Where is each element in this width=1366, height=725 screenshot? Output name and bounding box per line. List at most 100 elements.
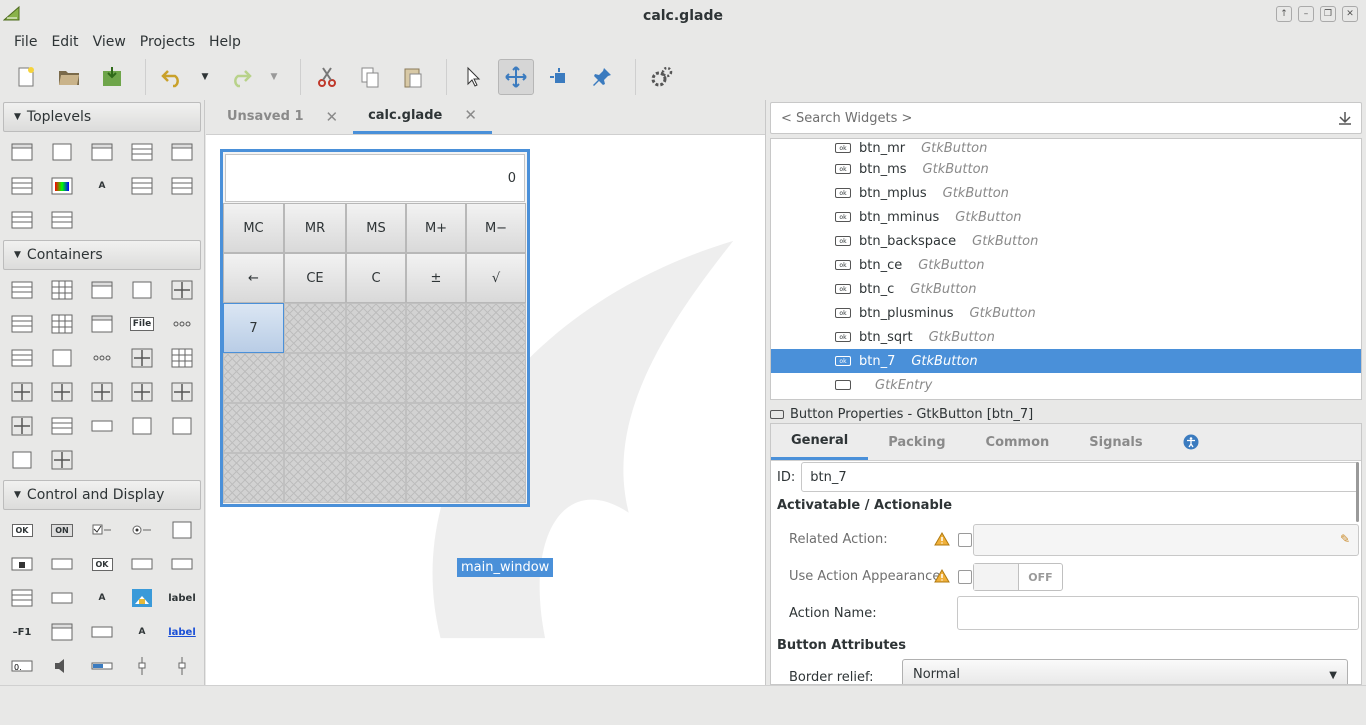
action-name-input[interactable] [957, 596, 1359, 630]
expand-down-icon[interactable] [1337, 110, 1353, 126]
inspector-row[interactable]: ok btn_mr GtkButton [771, 139, 1361, 157]
container-widget-icon-10[interactable] [2, 341, 42, 375]
control-widget-icon-21[interactable] [42, 649, 82, 683]
inspector-row[interactable]: ok btn_c GtkButton [771, 277, 1361, 301]
control-widget-icon-19[interactable]: label [162, 615, 202, 649]
use-action-appearance-switch[interactable]: OFF [973, 563, 1063, 591]
calc-btn-backspace[interactable]: ← [223, 253, 284, 303]
grid-placeholder[interactable] [466, 403, 526, 453]
calc-btn-mr[interactable]: MR [284, 203, 346, 253]
control-widget-icon-14[interactable]: label [162, 581, 202, 615]
container-widget-icon-15[interactable] [2, 375, 42, 409]
inspector-row[interactable]: ok btn_ce GtkButton [771, 253, 1361, 277]
calc-btn-ce[interactable]: CE [284, 253, 346, 303]
grid-placeholder[interactable] [284, 353, 346, 403]
calc-btn-ms[interactable]: MS [346, 203, 406, 253]
grid-placeholder[interactable] [466, 353, 526, 403]
container-widget-icon-6[interactable] [42, 307, 82, 341]
undo-button[interactable] [154, 59, 190, 95]
calc-btn-plusminus[interactable]: ± [406, 253, 466, 303]
palette-section-containers[interactable]: ▼ Containers [3, 240, 201, 270]
container-widget-icon-4[interactable] [162, 273, 202, 307]
container-widget-icon-11[interactable] [42, 341, 82, 375]
related-action-checkbox[interactable] [958, 533, 972, 547]
undo-dropdown[interactable]: ▼ [197, 59, 213, 95]
related-action-field[interactable]: ✎ [973, 524, 1359, 556]
control-widget-icon-7[interactable]: OK [82, 547, 122, 581]
new-project-button[interactable] [8, 59, 44, 95]
toplevel-widget-icon-2[interactable] [82, 135, 122, 169]
menu-help[interactable]: Help [203, 34, 247, 50]
toplevel-widget-icon-6[interactable] [42, 169, 82, 203]
calc-btn-mc[interactable]: MC [223, 203, 284, 253]
control-widget-icon-12[interactable]: A [82, 581, 122, 615]
tab-packing[interactable]: Packing [868, 424, 965, 460]
restore-button[interactable]: ❐ [1320, 6, 1336, 22]
grid-placeholder[interactable] [466, 453, 526, 503]
toplevel-widget-icon-7[interactable]: A [82, 169, 122, 203]
control-widget-icon-9[interactable] [162, 547, 202, 581]
grid-placeholder[interactable] [346, 353, 406, 403]
redo-button[interactable] [223, 59, 259, 95]
grid-placeholder[interactable] [346, 303, 406, 353]
container-widget-icon-19[interactable] [162, 375, 202, 409]
menu-edit[interactable]: Edit [45, 34, 84, 50]
control-widget-icon-8[interactable] [122, 547, 162, 581]
control-widget-icon-17[interactable] [82, 615, 122, 649]
control-widget-icon-1[interactable]: ON [42, 513, 82, 547]
copy-button[interactable] [352, 59, 388, 95]
toplevel-widget-icon-8[interactable] [122, 169, 162, 203]
control-widget-icon-15[interactable]: –F1 [2, 615, 42, 649]
scrollbar[interactable] [1356, 462, 1359, 522]
preferences-button[interactable] [644, 59, 680, 95]
container-widget-icon-1[interactable] [42, 273, 82, 307]
grid-placeholder[interactable] [406, 353, 466, 403]
control-widget-icon-11[interactable] [42, 581, 82, 615]
toplevel-widget-icon-11[interactable] [42, 203, 82, 237]
menu-projects[interactable]: Projects [134, 34, 201, 50]
control-widget-icon-16[interactable] [42, 615, 82, 649]
calc-main-window[interactable]: 0 MC MR MS M+ M− ← CE C ± √ 7 main_windo… [220, 149, 554, 577]
container-widget-icon-18[interactable] [122, 375, 162, 409]
alignment-edit-button[interactable] [584, 59, 620, 95]
grid-placeholder[interactable] [346, 403, 406, 453]
close-icon[interactable]: ✕ [326, 108, 339, 126]
grid-placeholder[interactable] [466, 303, 526, 353]
calc-display-entry[interactable]: 0 [225, 154, 525, 202]
container-widget-icon-16[interactable] [42, 375, 82, 409]
container-widget-icon-22[interactable] [82, 409, 122, 443]
control-widget-icon-2[interactable] [82, 513, 122, 547]
inspector-row[interactable]: ok btn_sqrt GtkButton [771, 325, 1361, 349]
close-icon[interactable]: ✕ [464, 106, 477, 124]
container-widget-icon-5[interactable] [2, 307, 42, 341]
id-field[interactable]: btn_7 [801, 462, 1360, 492]
inspector-row[interactable]: ok btn_mplus GtkButton [771, 181, 1361, 205]
grid-placeholder[interactable] [284, 303, 346, 353]
palette-section-toplevels[interactable]: ▼ Toplevels [3, 102, 201, 132]
tab-accessibility[interactable] [1163, 424, 1219, 460]
grid-placeholder[interactable] [223, 353, 284, 403]
container-widget-icon-20[interactable] [2, 409, 42, 443]
control-widget-icon-18[interactable]: A [122, 615, 162, 649]
palette-section-control-display[interactable]: ▼ Control and Display [3, 480, 201, 510]
container-widget-icon-25[interactable] [2, 443, 42, 477]
toplevel-widget-icon-3[interactable] [122, 135, 162, 169]
control-widget-icon-4[interactable] [162, 513, 202, 547]
container-widget-icon-7[interactable] [82, 307, 122, 341]
tab-unsaved-1[interactable]: Unsaved 1 ✕ [212, 100, 353, 134]
container-widget-icon-9[interactable] [162, 307, 202, 341]
grid-placeholder[interactable] [223, 453, 284, 503]
control-widget-icon-0[interactable]: OK [2, 513, 42, 547]
inspector-row[interactable]: ok btn_7 GtkButton [771, 349, 1361, 373]
select-mode-button[interactable] [455, 59, 491, 95]
inspector-row[interactable]: ok btn_mminus GtkButton [771, 205, 1361, 229]
minimize-button[interactable]: – [1298, 6, 1314, 22]
use-action-appearance-checkbox[interactable] [958, 570, 972, 584]
calc-btn-c[interactable]: C [346, 253, 406, 303]
control-widget-icon-24[interactable] [162, 649, 202, 683]
inspector-row[interactable]: GtkEntry [771, 373, 1361, 397]
grid-placeholder[interactable] [406, 303, 466, 353]
paste-button[interactable] [395, 59, 431, 95]
container-widget-icon-2[interactable] [82, 273, 122, 307]
window-up-icon[interactable]: ↑ [1276, 6, 1292, 22]
